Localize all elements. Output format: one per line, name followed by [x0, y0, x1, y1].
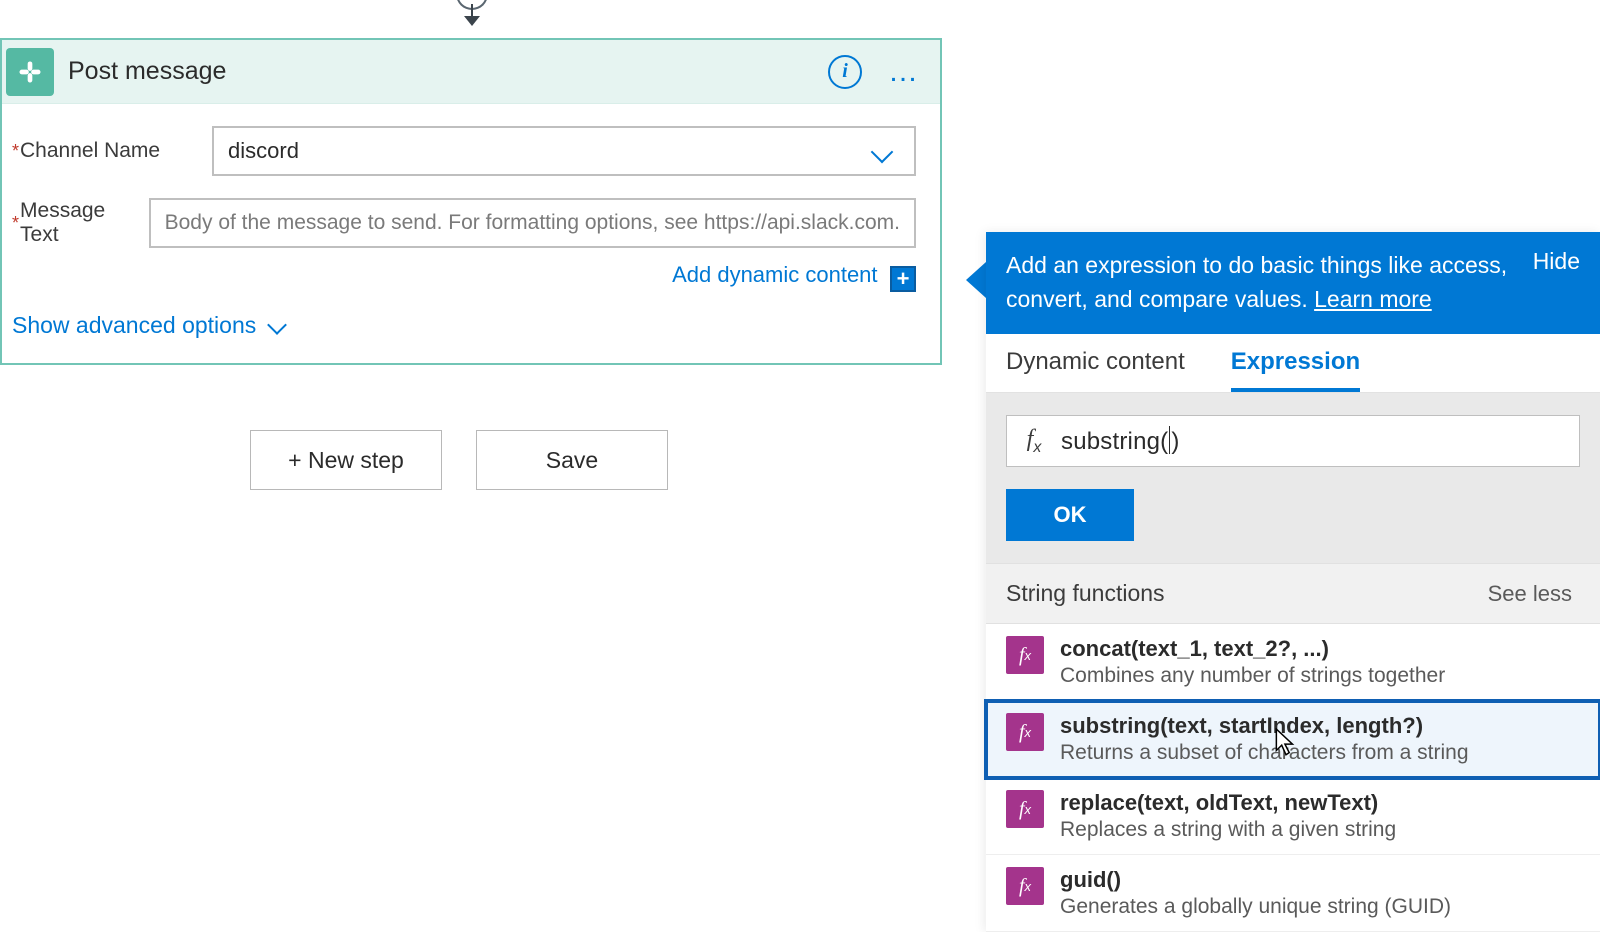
action-buttons: + New step Save [250, 430, 668, 490]
required-icon: * [12, 141, 19, 162]
post-message-card: Post message i … * Channel Name discord … [0, 38, 942, 365]
flow-arrow-icon [456, 0, 488, 34]
function-description: Returns a subset of characters from a st… [1060, 741, 1469, 765]
advanced-label: Show advanced options [12, 312, 256, 339]
expression-before: substring( [1061, 428, 1168, 455]
learn-more-link[interactable]: Learn more [1314, 286, 1432, 312]
tab-dynamic-content[interactable]: Dynamic content [1006, 348, 1185, 392]
add-dynamic-content-link[interactable]: Add dynamic content [672, 262, 877, 287]
slack-icon [6, 48, 54, 96]
function-list: fx concat(text_1, text_2?, ...)Combines a… [986, 624, 1600, 932]
fx-icon: fx [1006, 636, 1044, 674]
fx-icon: fx [1006, 867, 1044, 905]
function-signature: guid() [1060, 867, 1451, 893]
group-header[interactable]: String functions See less [986, 563, 1600, 624]
tab-expression[interactable]: Expression [1231, 348, 1360, 392]
required-icon: * [12, 213, 19, 234]
card-header: Post message i … [2, 40, 940, 104]
function-item[interactable]: fx concat(text_1, text_2?, ...)Combines a… [986, 624, 1600, 701]
chevron-down-icon [270, 318, 286, 334]
info-icon[interactable]: i [828, 55, 862, 89]
channel-value: discord [228, 138, 299, 164]
callout-arrow-icon [966, 262, 986, 298]
fx-icon: fx [1006, 713, 1044, 751]
expression-after: ) [1171, 428, 1179, 455]
plus-icon[interactable]: + [890, 266, 916, 292]
message-input[interactable]: Body of the message to send. For formatt… [149, 198, 916, 248]
message-row: * Message Text Body of the message to se… [12, 198, 916, 248]
function-item[interactable]: fx guid()Generates a globally unique stri… [986, 855, 1600, 932]
see-less-link[interactable]: See less [1488, 581, 1572, 607]
more-icon[interactable]: … [888, 67, 922, 77]
function-signature: replace(text, oldText, newText) [1060, 790, 1396, 816]
channel-label: Channel Name [20, 139, 212, 163]
fx-icon: fx [1007, 426, 1061, 457]
panel-tabs: Dynamic content Expression [986, 334, 1600, 393]
card-title: Post message [68, 57, 828, 86]
save-button[interactable]: Save [476, 430, 668, 490]
group-title: String functions [1006, 580, 1165, 607]
message-label: Message Text [20, 199, 149, 247]
ok-button[interactable]: OK [1006, 489, 1134, 541]
expression-panel: Add an expression to do basic things lik… [986, 232, 1600, 932]
show-advanced-toggle[interactable]: Show advanced options [2, 312, 940, 363]
function-signature: substring(text, startIndex, length?) [1060, 713, 1469, 739]
function-item[interactable]: fx replace(text, oldText, newText)Replace… [986, 778, 1600, 855]
fx-icon: fx [1006, 790, 1044, 828]
new-step-button[interactable]: + New step [250, 430, 442, 490]
function-item[interactable]: fx substring(text, startIndex, length?)Re… [986, 701, 1600, 778]
expression-input[interactable]: fx substring() [1006, 415, 1580, 467]
panel-banner: Add an expression to do basic things lik… [986, 232, 1600, 334]
function-signature: concat(text_1, text_2?, ...) [1060, 636, 1445, 662]
function-description: Generates a globally unique string (GUID… [1060, 895, 1451, 919]
chevron-down-icon [872, 142, 894, 164]
function-description: Replaces a string with a given string [1060, 818, 1396, 842]
banner-text: Add an expression to do basic things lik… [1006, 252, 1507, 312]
hide-link[interactable]: Hide [1533, 248, 1580, 316]
channel-row: * Channel Name discord [12, 126, 916, 176]
channel-select[interactable]: discord [212, 126, 916, 176]
function-description: Combines any number of strings together [1060, 664, 1445, 688]
